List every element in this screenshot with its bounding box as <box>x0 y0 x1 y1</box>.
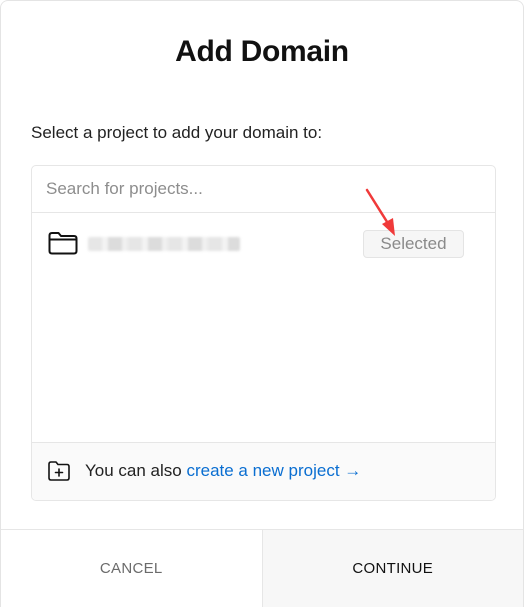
project-name-redacted <box>88 237 240 251</box>
project-search <box>32 166 495 213</box>
create-new-project-link[interactable]: create a new project → <box>186 461 361 480</box>
project-picker: Selected You can also create a new proje… <box>31 165 496 501</box>
project-list-item[interactable]: Selected <box>32 213 495 275</box>
dialog-title: Add Domain <box>175 35 349 68</box>
search-input[interactable] <box>32 166 495 212</box>
note-prefix: You can also <box>85 461 187 480</box>
note-text: You can also create a new project → <box>85 461 361 481</box>
selected-badge[interactable]: Selected <box>363 230 464 258</box>
continue-button[interactable]: CONTINUE <box>261 530 523 607</box>
cancel-button[interactable]: CANCEL <box>1 530 262 607</box>
folder-icon <box>48 232 78 255</box>
dialog-actions: CANCEL CONTINUE <box>1 529 523 607</box>
add-domain-dialog: Add Domain Select a project to add your … <box>0 0 524 607</box>
dialog-subtitle: Select a project to add your domain to: <box>31 123 323 142</box>
add-folder-icon <box>48 461 70 481</box>
create-project-note: You can also create a new project → <box>32 442 495 500</box>
